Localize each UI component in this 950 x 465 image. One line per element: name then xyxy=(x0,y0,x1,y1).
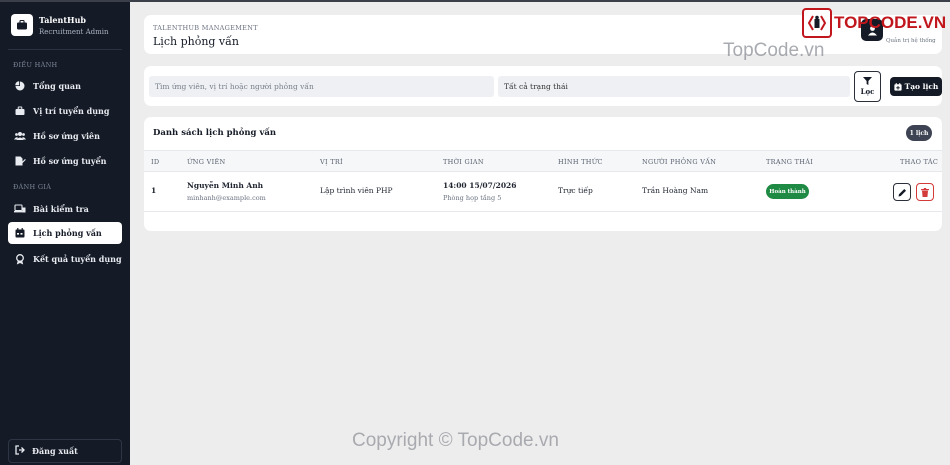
sidebar-item-candidates[interactable]: Hồ sơ ứng viên xyxy=(8,125,122,147)
create-schedule-label: Tạo lịch xyxy=(904,82,939,91)
delete-button[interactable] xyxy=(916,183,934,201)
sidebar-item-positions[interactable]: Vị trí tuyển dụng xyxy=(8,100,122,122)
calendar-plus-icon xyxy=(894,82,902,91)
column-header-format: HÌNH THỨC xyxy=(558,158,603,166)
table-title: Danh sách lịch phỏng vấn xyxy=(153,128,277,138)
sidebar-item-label: Lịch phỏng vấn xyxy=(33,228,102,238)
row-id: 1 xyxy=(151,186,157,195)
calendar-icon xyxy=(14,227,26,239)
sidebar-item-interviews[interactable]: Lịch phỏng vấn xyxy=(8,222,122,244)
sidebar-item-applications[interactable]: Hồ sơ ứng tuyển xyxy=(8,150,122,172)
column-header-actions: THAO TÁC xyxy=(900,158,939,166)
award-icon xyxy=(14,253,26,265)
laptop-file-icon xyxy=(14,203,26,215)
column-header-interviewer: NGƯỜI PHỎNG VẤN xyxy=(642,158,717,166)
sidebar-divider xyxy=(8,49,122,50)
logout-button[interactable]: Đăng xuất xyxy=(8,439,122,463)
watermark-site: TopCode.vn xyxy=(723,40,825,61)
logout-label: Đăng xuất xyxy=(32,446,78,456)
brand-name: TalentHub xyxy=(39,14,86,25)
sidebar-item-label: Hồ sơ ứng viên xyxy=(33,131,100,141)
header-kicker: TALENTHUB MANAGEMENT xyxy=(153,24,258,32)
column-header-id: ID xyxy=(151,158,160,166)
format-cell: Trực tiếp xyxy=(558,186,593,195)
users-icon xyxy=(14,130,26,142)
pie-chart-icon xyxy=(14,80,26,92)
brand-subtitle: Recruitment Admin xyxy=(39,27,109,36)
watermark-logo-text: TOPCODE.VN xyxy=(834,13,947,32)
candidate-email: minhanh@example.com xyxy=(187,194,266,202)
status-badge: Hoàn thành xyxy=(766,184,809,199)
filter-button-label: Lọc xyxy=(860,87,875,96)
page-title: Lịch phỏng vấn xyxy=(153,35,239,48)
column-header-status: TRẠNG THÁI xyxy=(766,158,814,166)
table-header: ID ỨNG VIÊN VỊ TRÍ THỜI GIAN HÌNH THỨC N… xyxy=(144,150,942,172)
sidebar-item-label: Kết quả tuyển dụng xyxy=(33,254,122,264)
column-header-candidate: ỨNG VIÊN xyxy=(187,158,226,166)
pencil-icon xyxy=(898,188,906,196)
sidebar-item-label: Vị trí tuyển dụng xyxy=(33,106,110,116)
topcode-logo-icon xyxy=(802,8,832,38)
position-cell: Lập trình viên PHP xyxy=(320,186,393,195)
sidebar-item-label: Tổng quan xyxy=(33,81,81,91)
brand[interactable]: TalentHub Recruitment Admin xyxy=(11,14,109,36)
file-signature-icon xyxy=(14,155,26,167)
sidebar-item-label: Bài kiểm tra xyxy=(33,204,89,214)
sidebar-item-results[interactable]: Kết quả tuyển dụng xyxy=(8,248,122,270)
column-header-position: VỊ TRÍ xyxy=(320,158,343,166)
briefcase-icon xyxy=(14,105,26,117)
table-row: 1 Nguyễn Minh Anh minhanh@example.com Lậ… xyxy=(144,172,942,212)
interview-time: 14:00 15/07/2026 xyxy=(443,181,517,190)
watermark-logo: TOPCODE.VN xyxy=(802,8,946,38)
window-top-border xyxy=(0,0,950,2)
interview-location: Phòng họp tầng 5 xyxy=(443,194,502,202)
sidebar-item-tests[interactable]: Bài kiểm tra xyxy=(8,198,122,220)
status-select[interactable]: Tất cả trạng thái xyxy=(498,76,850,97)
watermark-copyright: Copyright © TopCode.vn xyxy=(352,430,559,451)
briefcase-logo-icon xyxy=(11,14,33,36)
section-label-operations: ĐIỀU HÀNH xyxy=(13,61,58,69)
interview-table-card: Danh sách lịch phỏng vấn 1 lịch ID ỨNG V… xyxy=(144,117,942,231)
column-header-time: THỜI GIAN xyxy=(443,158,484,166)
trash-icon xyxy=(921,187,929,197)
sign-out-icon xyxy=(15,444,25,458)
filter-icon xyxy=(863,77,872,85)
section-label-evaluation: ĐÁNH GIÁ xyxy=(13,183,52,191)
interviewer-cell: Trần Hoàng Nam xyxy=(642,186,709,195)
count-badge: 1 lịch xyxy=(906,125,932,141)
create-schedule-button[interactable]: Tạo lịch xyxy=(890,77,942,96)
sidebar-item-overview[interactable]: Tổng quan xyxy=(8,75,122,97)
candidate-name: Nguyễn Minh Anh xyxy=(187,181,264,190)
filter-bar: Tất cả trạng thái Lọc Tạo lịch xyxy=(144,66,942,106)
filter-button[interactable]: Lọc xyxy=(854,71,881,102)
user-role: Quản trị hệ thống xyxy=(886,38,936,44)
edit-button[interactable] xyxy=(893,183,911,201)
sidebar-item-label: Hồ sơ ứng tuyển xyxy=(33,156,107,166)
search-input[interactable] xyxy=(149,76,494,97)
sidebar: TalentHub Recruitment Admin ĐIỀU HÀNH Tổ… xyxy=(0,2,130,465)
